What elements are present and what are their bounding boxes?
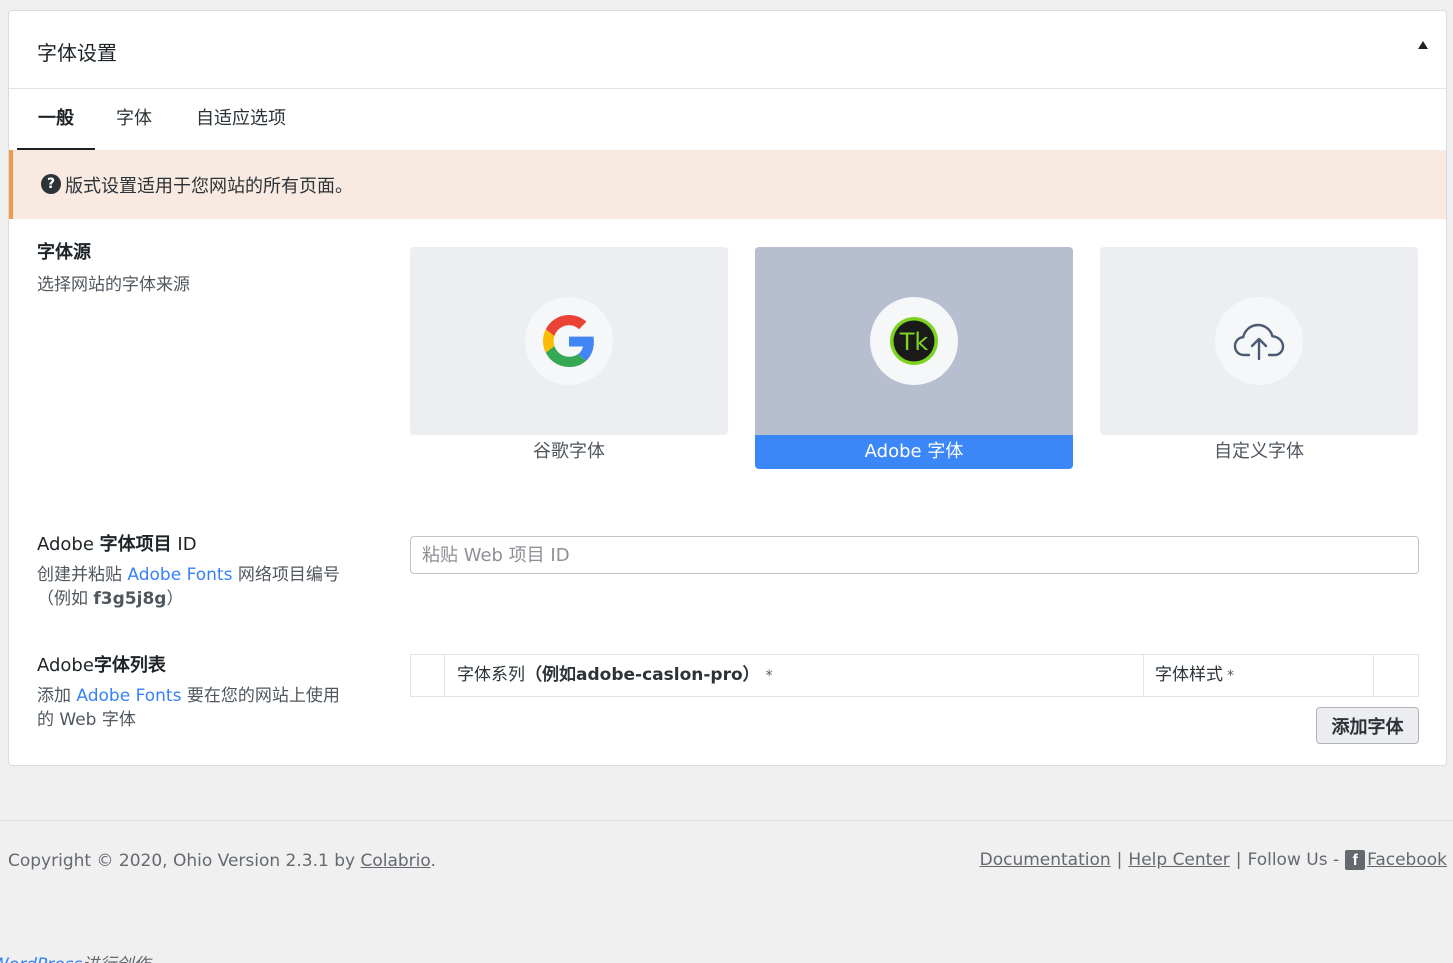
tab-general[interactable]: 一般 <box>17 90 95 150</box>
question-circle-icon: ? <box>41 174 61 194</box>
adobe-fonts-link[interactable]: Adobe Fonts <box>127 565 232 585</box>
source-label-custom: 自定义字体 <box>1214 441 1304 462</box>
font-list-table-header: 字体系列（例如adobe-caslon-pro） * 字体样式 * <box>410 654 1419 697</box>
source-card-box <box>410 247 728 435</box>
table-handle-column <box>411 655 445 696</box>
help-center-link[interactable]: Help Center <box>1128 850 1229 870</box>
font-list-label: Adobe字体列表 添加 Adobe Fonts 要在您的网站上使用 的 Web… <box>37 654 340 732</box>
facebook-link[interactable]: Facebook <box>1367 850 1447 870</box>
tab-responsive-options[interactable]: 自适应选项 <box>185 90 297 150</box>
font-style-column-header: 字体样式 * <box>1144 655 1374 696</box>
project-id-label: Adobe 字体项目 ID 创建并粘贴 Adobe Fonts 网络项目编号 （… <box>37 533 340 611</box>
wordpress-credit: WordPress进行创作 <box>0 950 150 963</box>
typekit-icon: Tk <box>870 297 958 385</box>
font-source-description: 选择网站的字体来源 <box>37 275 190 295</box>
source-label-google: 谷歌字体 <box>533 441 605 462</box>
source-label-adobe: Adobe 字体 <box>755 435 1073 469</box>
project-id-title: Adobe 字体项目 ID <box>37 534 197 555</box>
font-family-column-header: 字体系列（例如adobe-caslon-pro） * <box>445 655 1144 696</box>
font-source-title: 字体源 <box>37 242 91 263</box>
font-source-label: 字体源 选择网站的字体来源 <box>37 241 190 297</box>
settings-tabs: 一般 字体 自适应选项 <box>9 90 1446 150</box>
source-card-box: Tk <box>755 247 1073 435</box>
footer-links: Documentation | Help Center | Follow Us … <box>979 850 1447 870</box>
cloud-upload-icon <box>1215 297 1303 385</box>
svg-text:Tk: Tk <box>899 328 929 356</box>
panel-header[interactable]: 字体设置 <box>9 11 1446 89</box>
project-id-input[interactable] <box>410 536 1419 574</box>
font-settings-panel: 字体设置 一般 字体 自适应选项 ? 版式设置适用于您网站的所有页面。 字体源 … <box>8 10 1447 766</box>
info-notice: ? 版式设置适用于您网站的所有页面。 <box>9 150 1446 219</box>
collapse-caret-icon[interactable] <box>1418 41 1428 49</box>
tab-fonts[interactable]: 字体 <box>107 90 161 150</box>
font-list-title: Adobe字体列表 <box>37 655 166 676</box>
colabrio-link[interactable]: Colabrio <box>360 851 430 871</box>
source-card-custom[interactable]: 自定义字体 <box>1100 247 1418 469</box>
wordpress-link[interactable]: WordPress <box>0 955 82 963</box>
font-list-description: 添加 Adobe Fonts 要在您的网站上使用 的 Web 字体 <box>37 686 340 730</box>
source-card-box <box>1100 247 1418 435</box>
google-icon <box>525 297 613 385</box>
notice-text: 版式设置适用于您网站的所有页面。 <box>65 176 353 197</box>
table-action-column <box>1374 655 1418 696</box>
panel-title: 字体设置 <box>37 41 117 65</box>
add-font-button[interactable]: 添加字体 <box>1316 707 1419 744</box>
documentation-link[interactable]: Documentation <box>980 850 1111 870</box>
source-card-google[interactable]: 谷歌字体 <box>410 247 728 469</box>
adobe-fonts-link-2[interactable]: Adobe Fonts <box>76 686 181 706</box>
follow-us-text: Follow Us - <box>1247 850 1340 870</box>
facebook-icon[interactable]: f <box>1345 850 1366 870</box>
footer-divider <box>0 820 1453 821</box>
project-id-description: 创建并粘贴 Adobe Fonts 网络项目编号 （例如 f3g5j8g） <box>37 565 340 609</box>
footer-copyright: Copyright © 2020, Ohio Version 2.3.1 by … <box>8 851 436 871</box>
source-card-adobe[interactable]: Tk Adobe 字体 <box>755 247 1073 469</box>
